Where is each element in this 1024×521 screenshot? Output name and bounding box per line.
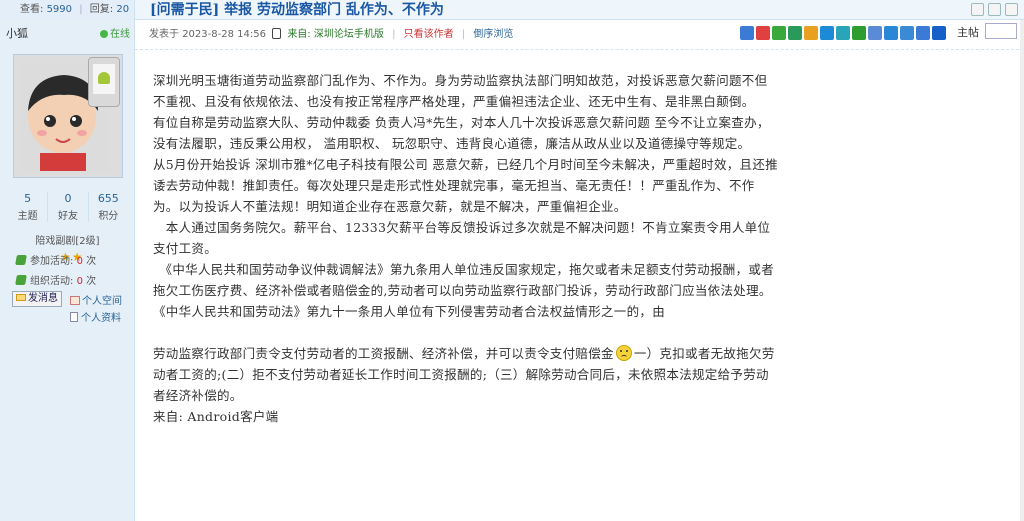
post-paragraph: 劳动监察行政部门责令支付劳动者的工资报酬、经济补偿，并可以责令支付赔偿金 一）克扣… — [153, 343, 778, 406]
profile-link[interactable]: 个人资料 — [70, 309, 121, 324]
stat-topics[interactable]: 5 主题 — [8, 192, 49, 222]
dou-icon[interactable] — [852, 26, 866, 40]
plane-icon[interactable] — [900, 26, 914, 40]
post-paragraph: 本人通过国务务院欠。薪平台、12333欠薪平台等反馈投诉过多次就是不解决问题！不… — [153, 220, 771, 256]
print-icon[interactable] — [971, 3, 984, 16]
online-status: 在线 — [100, 25, 130, 40]
prev-thread-icon[interactable] — [988, 3, 1001, 16]
author-rank[interactable]: 陪戏副剧[2级] — [0, 232, 135, 247]
post-body: 深圳光明玉塘街道劳动监察部门乱作为、不作为。身为劳动监察执法部门明知故范，对投诉… — [153, 70, 778, 427]
activity-joined: 参加活动: 0 次 — [15, 252, 97, 267]
stat-label: 好友 — [57, 211, 78, 222]
floor-jump-input[interactable] — [985, 23, 1017, 39]
activity-organized: 组织活动: 0 次 — [15, 272, 97, 287]
author-name[interactable]: 小狐 — [6, 25, 28, 41]
activity-count: 0 — [76, 276, 83, 287]
profile-doc-icon — [70, 312, 78, 322]
person-icon[interactable] — [932, 26, 946, 40]
author-only-link[interactable]: 只看该作者 — [404, 29, 454, 40]
thread-toolbar — [971, 3, 1018, 16]
stat-value: 0 — [64, 192, 72, 205]
post-paragraph: 有位自称是劳动监察大队、劳动仲裁委 负责人冯*先生，对本人几十次投诉恶意欠薪问题… — [153, 115, 770, 151]
replies-count: 20 — [116, 4, 130, 15]
plus-icon[interactable] — [740, 26, 754, 40]
envelope-icon — [16, 294, 26, 301]
post-footer: 来自: Android客户端 — [153, 409, 279, 424]
thread-stats: 查看: 5990 | 回复: 20 — [0, 0, 135, 20]
android-icon — [98, 72, 110, 84]
meta-divider: | — [392, 29, 396, 40]
meta-divider: | — [461, 29, 466, 40]
sad-face-icon — [615, 345, 632, 361]
activity-unit: 次 — [86, 256, 97, 267]
wechat-icon[interactable] — [772, 26, 786, 40]
personal-space-label: 个人空间 — [82, 296, 122, 307]
activity-icon — [15, 255, 27, 265]
post-text: 劳动监察行政部门责令支付劳动者的工资报酬、经济补偿，并可以责令支付赔偿金 — [153, 346, 614, 361]
stat-value: 5 — [24, 192, 32, 205]
thread-header-bar: 查看: 5990 | 回复: 20 [问需于民] 举报 劳动监察部门 乱作为、不… — [0, 0, 1024, 20]
activity-label: 组织活动: — [30, 276, 74, 287]
stat-value: 655 — [97, 192, 119, 205]
thread-title[interactable]: [问需于民] 举报 劳动监察部门 乱作为、不作为 — [150, 1, 444, 19]
post-paragraph: 《中华人民共和国劳动争议仲裁调解法》第九条用人单位违反国家规定，拖欠或者未足额支… — [153, 262, 774, 319]
views-count: 5990 — [46, 4, 73, 15]
post-source[interactable]: 来自: 深圳论坛手机版 — [287, 29, 384, 40]
plus2-icon[interactable] — [916, 26, 930, 40]
next-thread-icon[interactable] — [1005, 3, 1018, 16]
send-message-button[interactable]: 发消息 — [12, 291, 62, 307]
post-paragraph: 从5月份开始投诉 深圳市雅*亿电子科技有限公司 恶意欠薪，已经几个月时间至今未解… — [153, 157, 778, 214]
replies-label: 回复: — [89, 4, 114, 15]
post-paragraph: 深圳光明玉塘街道劳动监察部门乱作为、不作为。身为劳动监察执法部门明知故范，对投诉… — [153, 73, 768, 109]
stat-friends[interactable]: 0 好友 — [48, 192, 89, 222]
profile-label: 个人资料 — [81, 313, 121, 324]
home-icon — [70, 296, 80, 305]
post-meta: 发表于 2023-8-28 14:56 来自: 深圳论坛手机版 | 只看该作者 … — [149, 28, 513, 42]
activity-unit: 次 — [86, 276, 97, 287]
gem-icon[interactable] — [836, 26, 850, 40]
post-meta-bar: 发表于 2023-8-28 14:56 来自: 深圳论坛手机版 | 只看该作者 … — [135, 20, 1024, 50]
posted-time: 2023-8-28 14:56 — [182, 29, 266, 40]
stat-label: 积分 — [98, 211, 119, 222]
stat-points[interactable]: 655 积分 — [89, 192, 128, 222]
mobile-icon — [272, 28, 282, 39]
activity-count: 0 — [76, 256, 83, 267]
chat-icon[interactable] — [788, 26, 802, 40]
send-message-label: 发消息 — [28, 293, 58, 304]
author-sidebar: 小狐 在线 5 主题 0 好友 655 积分 陪戏副剧[2级] ★ ★ 参加活动… — [0, 20, 135, 521]
online-status-label: 在线 — [110, 29, 130, 40]
scrollbar[interactable] — [1020, 20, 1024, 521]
doc-icon[interactable] — [868, 26, 882, 40]
views-label: 查看: — [20, 4, 44, 15]
online-dot-icon — [100, 30, 108, 38]
share-toolbar — [740, 26, 946, 40]
mobile-badge-icon — [88, 57, 120, 107]
personal-space-link[interactable]: 个人空间 — [70, 292, 122, 307]
author-stats: 5 主题 0 好友 655 积分 — [8, 192, 128, 222]
posted-label: 发表于 — [149, 29, 179, 40]
reverse-order-link[interactable]: 倒序浏览 — [473, 29, 513, 40]
floor-label: 主帖 — [957, 26, 979, 39]
activity-icon — [15, 275, 27, 285]
activity-label: 参加活动: — [30, 256, 74, 267]
feather-icon[interactable] — [884, 26, 898, 40]
star-icon[interactable] — [804, 26, 818, 40]
stat-label: 主题 — [17, 211, 38, 222]
red-icon[interactable] — [756, 26, 770, 40]
stats-divider: | — [79, 4, 83, 15]
p-icon[interactable] — [820, 26, 834, 40]
avatar[interactable] — [13, 54, 123, 178]
